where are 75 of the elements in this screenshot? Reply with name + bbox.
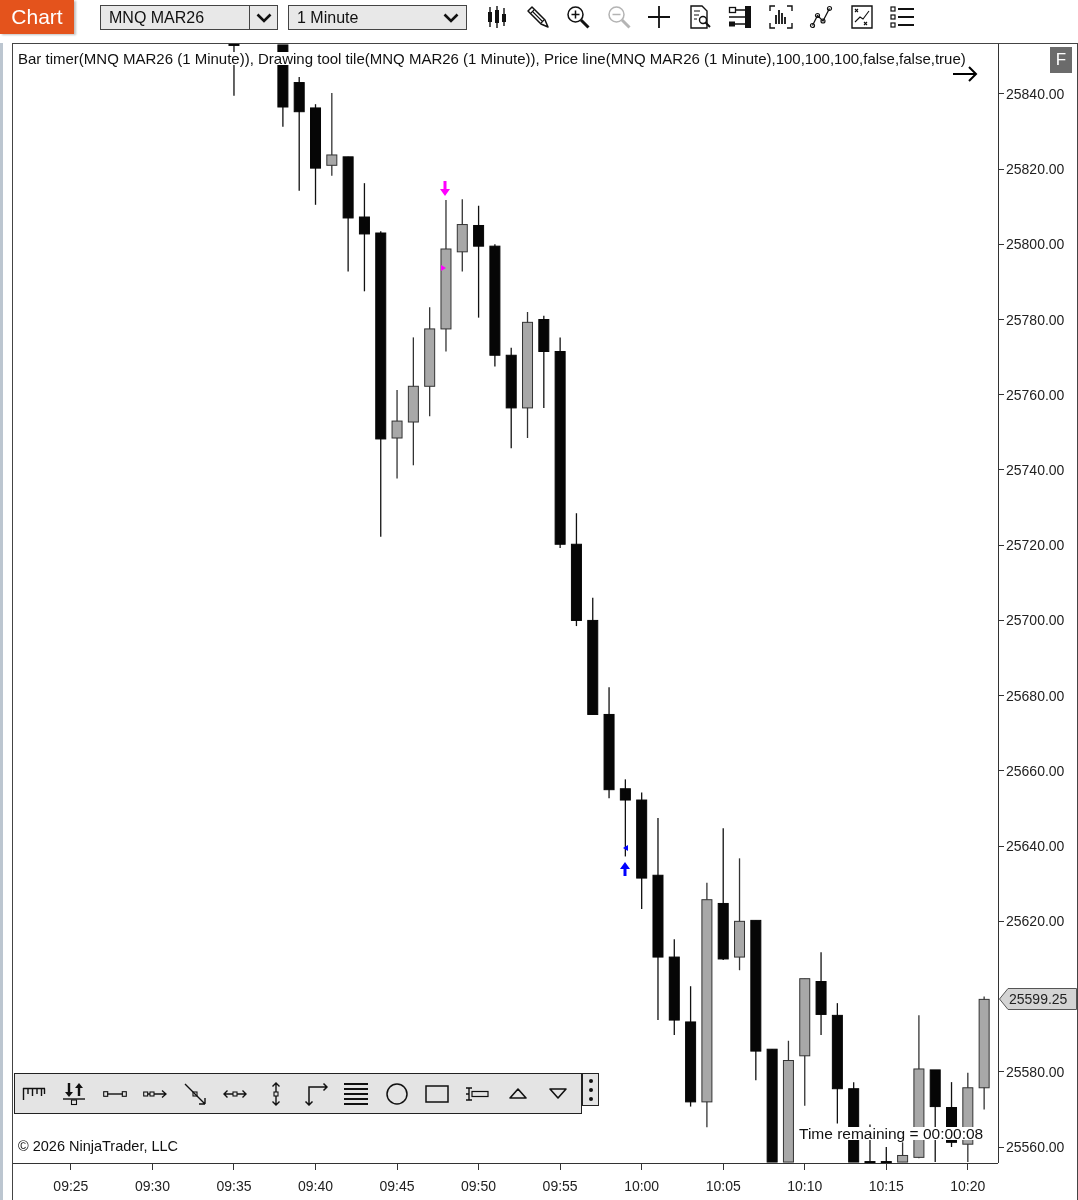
copyright-text: © 2026 NinjaTrader, LLC (18, 1138, 179, 1154)
price-label: 25680.00 (1006, 687, 1065, 704)
time-label: 10:15 (868, 1178, 904, 1194)
circle-icon (385, 1082, 408, 1105)
time-label: 10:00 (624, 1178, 660, 1194)
time-label: 10:05 (705, 1178, 741, 1194)
document-search-icon (688, 5, 711, 29)
price-label: 25700.00 (1006, 612, 1065, 629)
right-arrow-icon (952, 66, 978, 82)
price-label: 25800.00 (1006, 236, 1065, 253)
bar-chart-button[interactable] (766, 3, 795, 31)
time-label: 09:50 (461, 1178, 497, 1194)
time-label: 10:20 (950, 1178, 986, 1194)
instrument-dropdown[interactable]: MNQ MAR26 (100, 5, 278, 30)
time-label: 09:40 (297, 1178, 333, 1194)
price-label: 25840.00 (1006, 85, 1065, 102)
diagonal-arrow-icon (184, 1082, 207, 1105)
time-label: 10:10 (787, 1178, 823, 1194)
time-label: 09:25 (53, 1178, 89, 1194)
time-label: 09:55 (542, 1178, 578, 1194)
time-label: 09:35 (216, 1178, 252, 1194)
triangle-down-icon (548, 1088, 567, 1099)
indicator-legend: Bar timer(MNQ MAR26 (1 Minute)), Drawing tool tile(MNQ MAR26 (1 Minute)), Price line(MNQ MAR26 (1 Minute),100,100,100,false,false,true) (18, 52, 966, 65)
price-label: 25580.00 (1006, 1063, 1065, 1080)
last-price-tag: 25599.25 (999, 988, 1077, 1011)
crosshair-button[interactable] (645, 3, 673, 31)
line-segment-icon (102, 1090, 127, 1097)
line-chart-button[interactable] (807, 3, 835, 31)
price-label: 25780.00 (1006, 311, 1065, 328)
up-arrow-icon (620, 862, 630, 876)
price-label: 25740.00 (1006, 461, 1065, 478)
time-label: 09:30 (134, 1178, 170, 1194)
triangle-icon (623, 845, 628, 851)
bar-chart-icon (768, 5, 793, 29)
price-label: 25620.00 (1006, 913, 1065, 930)
text-cursor-icon (465, 1086, 490, 1101)
crosshair-icon (648, 6, 670, 28)
price-label: 25760.00 (1006, 386, 1065, 403)
zoom-out-icon (606, 5, 631, 29)
price-label: 25640.00 (1006, 838, 1065, 855)
title-tab[interactable]: Chart (0, 0, 74, 34)
candlestick-icon (485, 5, 509, 29)
interval-dropdown[interactable]: 1 Minute (288, 5, 467, 30)
line-chart-icon (809, 5, 833, 29)
list-icon (890, 6, 914, 28)
ray-icon (142, 1088, 167, 1099)
bars-icon (728, 5, 752, 29)
horizontal-lines-icon (344, 1081, 369, 1106)
price-label: 25660.00 (1006, 762, 1065, 779)
vertical-dots-icon (588, 1078, 593, 1101)
zoom-in-icon (566, 5, 590, 29)
vertical-arrows-icon (270, 1081, 281, 1106)
rectangle-icon (424, 1084, 449, 1103)
price-label: 25560.00 (1006, 1139, 1065, 1155)
toolbar-grip[interactable] (582, 1073, 599, 1106)
price-label: 25720.00 (1006, 537, 1065, 554)
triangle-icon (441, 265, 446, 271)
zoom-in-button[interactable] (564, 3, 592, 31)
price-label: 25820.00 (1006, 161, 1065, 178)
horizontal-arrows-icon (223, 1088, 248, 1099)
time-remaining-text: Time remaining = 00:00:08 (799, 1126, 984, 1140)
pencil-icon (525, 5, 550, 29)
document-chart-icon (850, 5, 873, 29)
corner-button[interactable]: F (1050, 47, 1072, 73)
triangle-up-icon (508, 1088, 527, 1099)
down-arrow-icon (440, 181, 450, 196)
candle (880, 1146, 892, 1163)
up-down-arrows-icon (62, 1081, 87, 1106)
time-label: 09:45 (379, 1178, 415, 1194)
bars-button[interactable] (726, 3, 754, 31)
list-button[interactable] (888, 3, 916, 31)
chevron-down-icon (255, 12, 272, 23)
ruler-icon (22, 1086, 46, 1101)
corner-arrows-icon (304, 1081, 329, 1106)
chevron-down-icon (443, 12, 459, 23)
